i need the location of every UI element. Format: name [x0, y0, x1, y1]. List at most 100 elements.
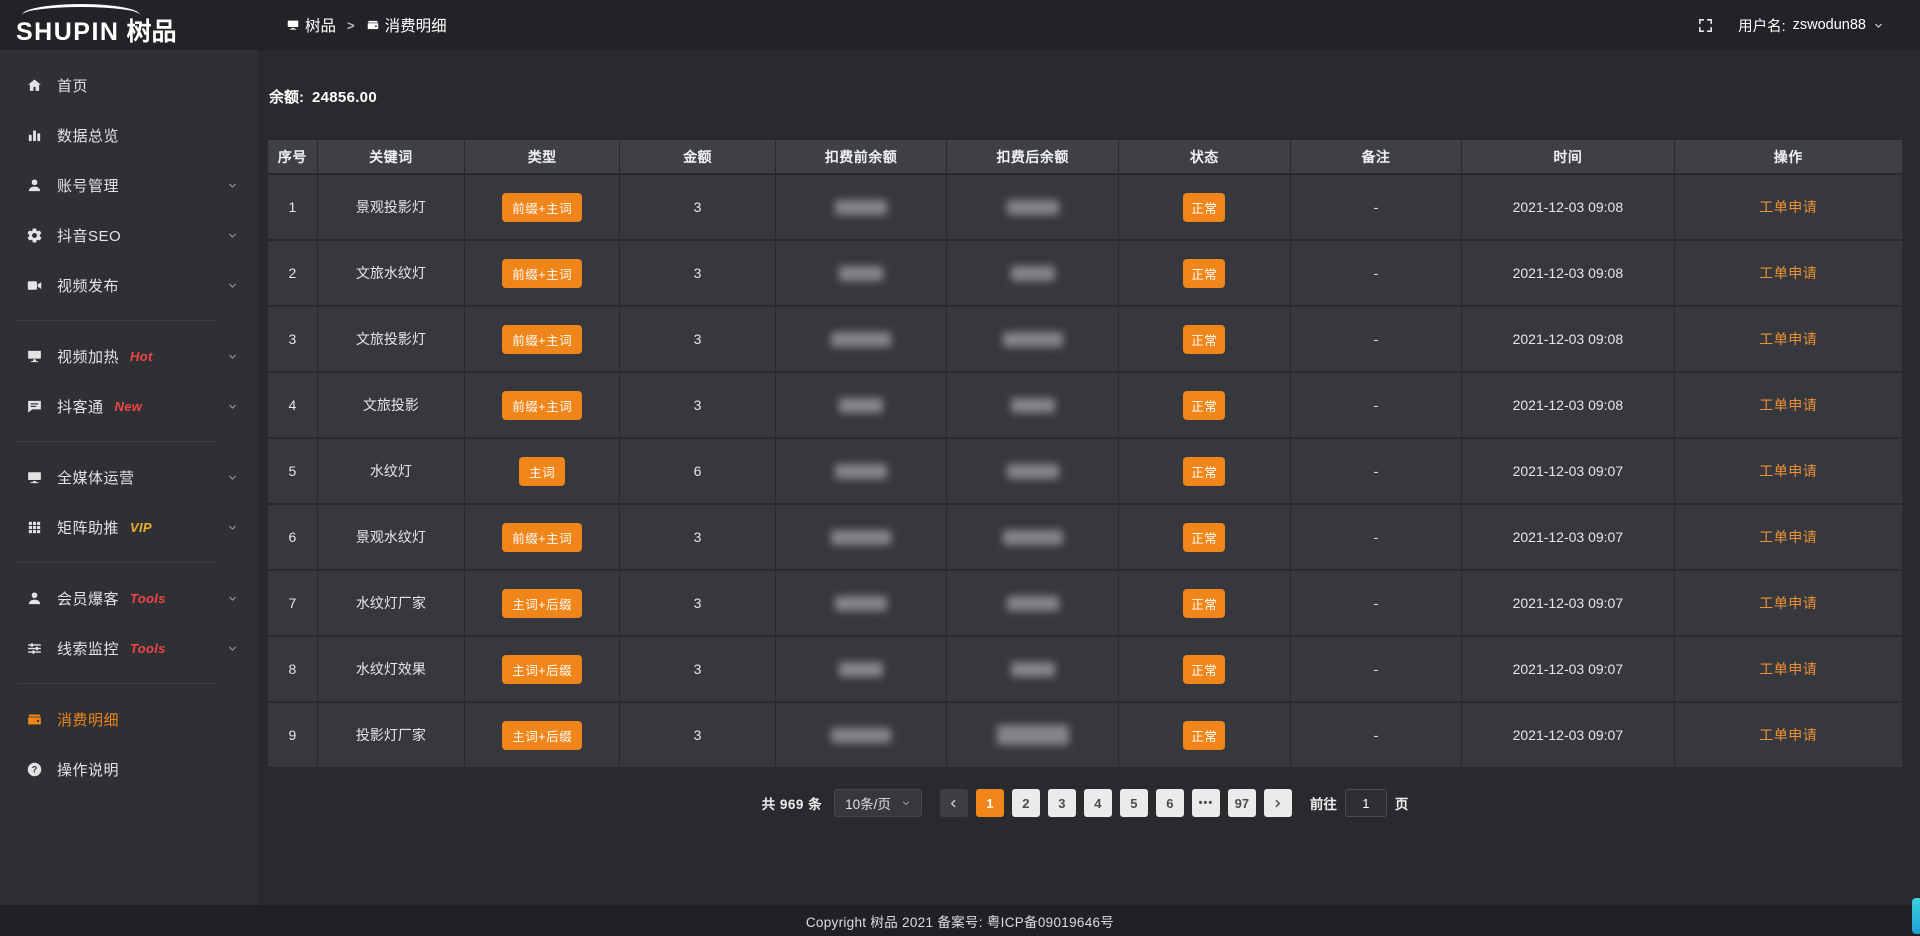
chevron-down-icon	[227, 593, 238, 604]
cell-index: 2	[268, 241, 317, 305]
work-order-link[interactable]: 工单申请	[1759, 397, 1817, 413]
monitor-icon	[26, 469, 43, 486]
sidebar-item-video-publish[interactable]: 视频发布	[0, 260, 258, 310]
jump-unit-label: 页	[1395, 793, 1409, 813]
cell-status: 正常	[1119, 307, 1290, 371]
cell-status: 正常	[1119, 439, 1290, 503]
page-button-97[interactable]: 97	[1228, 789, 1256, 817]
blurred-balance	[1007, 200, 1059, 215]
cell-balance-before	[776, 637, 947, 701]
chevron-down-icon	[227, 643, 238, 654]
sidebar-item-media-operation[interactable]: 全媒体运营	[0, 452, 258, 502]
footer: Copyright 树品 2021 备案号: 粤ICP备09019646号	[0, 905, 1920, 936]
fullscreen-icon[interactable]	[1697, 17, 1714, 34]
consumption-table: 序号关键词类型金额扣费前余额扣费后余额状态备注时间操作 1景观投影灯前缀+主词3…	[267, 138, 1903, 769]
page-button-6[interactable]: 6	[1156, 789, 1184, 817]
page-jump: 前往 页	[1310, 789, 1409, 817]
gear-icon	[26, 227, 43, 244]
cell-action: 工单申请	[1675, 571, 1903, 635]
sidebar-item-clue-monitor[interactable]: 线索监控Tools	[0, 623, 258, 673]
wallet-icon	[366, 18, 380, 32]
cell-action: 工单申请	[1675, 373, 1903, 437]
prev-page-button[interactable]	[940, 789, 968, 817]
work-order-link[interactable]: 工单申请	[1759, 265, 1817, 281]
sidebar-item-douyin-seo[interactable]: 抖音SEO	[0, 210, 258, 260]
page-jump-input[interactable]	[1345, 789, 1387, 817]
chevron-down-icon	[227, 180, 238, 191]
cell-remark: -	[1291, 703, 1462, 767]
sidebar-item-video-heat[interactable]: 视频加热Hot	[0, 331, 258, 381]
cell-keyword: 文旅投影	[318, 373, 464, 437]
chevron-down-icon	[227, 351, 238, 362]
sidebar-item-label: 视频发布	[57, 275, 119, 296]
sidebar-item-douketong[interactable]: 抖客通New	[0, 381, 258, 431]
chevron-down-icon	[227, 472, 238, 483]
work-order-link[interactable]: 工单申请	[1759, 661, 1817, 677]
next-page-button[interactable]	[1264, 789, 1292, 817]
type-badge: 前缀+主词	[502, 325, 582, 354]
breadcrumb-item-home[interactable]: 树品	[286, 14, 336, 36]
cell-balance-after	[947, 505, 1118, 569]
type-badge: 前缀+主词	[502, 259, 582, 288]
sidebar-item-account-management[interactable]: 账号管理	[0, 160, 258, 210]
logo-suffix: 树品	[126, 18, 176, 46]
blurred-balance	[831, 728, 891, 743]
type-badge: 前缀+主词	[502, 391, 582, 420]
table-row: 1景观投影灯前缀+主词3正常-2021-12-03 09:08工单申请	[268, 175, 1902, 239]
page-button-4[interactable]: 4	[1084, 789, 1112, 817]
cell-balance-after	[947, 637, 1118, 701]
cell-status: 正常	[1119, 571, 1290, 635]
cell-status: 正常	[1119, 703, 1290, 767]
page-button-2[interactable]: 2	[1012, 789, 1040, 817]
work-order-link[interactable]: 工单申请	[1759, 463, 1817, 479]
sidebar-item-matrix-boost[interactable]: 矩阵助推VIP	[0, 502, 258, 552]
breadcrumb-label: 消费明细	[385, 14, 447, 36]
cell-index: 4	[268, 373, 317, 437]
page-button-5[interactable]: 5	[1120, 789, 1148, 817]
cell-amount: 3	[620, 307, 774, 371]
column-header: 金额	[620, 140, 774, 173]
sidebar-item-member-burst[interactable]: 会员爆客Tools	[0, 573, 258, 623]
username-value: zswodun88	[1793, 17, 1866, 33]
sidebar-divider	[18, 320, 218, 321]
copyright-text: Copyright 树品 2021 备案号: 粤ICP备09019646号	[806, 911, 1114, 931]
column-header: 操作	[1675, 140, 1903, 173]
page-button-1[interactable]: 1	[976, 789, 1004, 817]
cell-remark: -	[1291, 439, 1462, 503]
blurred-balance	[835, 464, 887, 479]
balance-label: 余额:	[269, 89, 304, 106]
cell-time: 2021-12-03 09:08	[1462, 175, 1673, 239]
sidebar-item-home[interactable]: 首页	[0, 60, 258, 110]
cell-remark: -	[1291, 571, 1462, 635]
work-order-link[interactable]: 工单申请	[1759, 595, 1817, 611]
blurred-balance	[1007, 596, 1059, 611]
monitor-icon	[286, 18, 300, 32]
sidebar-item-instructions[interactable]: ?操作说明	[0, 744, 258, 794]
work-order-link[interactable]: 工单申请	[1759, 331, 1817, 347]
chevron-down-icon	[227, 280, 238, 291]
sidebar-item-label: 抖客通	[57, 396, 104, 417]
page-size-select[interactable]: 10条/页	[834, 789, 922, 817]
floating-widget[interactable]	[1912, 898, 1920, 934]
sidebar-item-data-overview[interactable]: 数据总览	[0, 110, 258, 160]
page-button-3[interactable]: 3	[1048, 789, 1076, 817]
more-pages-button[interactable]: •••	[1192, 789, 1220, 817]
work-order-link[interactable]: 工单申请	[1759, 529, 1817, 545]
work-order-link[interactable]: 工单申请	[1759, 199, 1817, 215]
sidebar-item-consumption-detail[interactable]: 消费明细	[0, 694, 258, 744]
sliders-icon	[26, 640, 43, 657]
cell-balance-before	[776, 175, 947, 239]
cell-amount: 3	[620, 637, 774, 701]
cell-time: 2021-12-03 09:07	[1462, 703, 1673, 767]
breadcrumb-item-current[interactable]: 消费明细	[366, 14, 447, 36]
user-dropdown[interactable]: 用户名: zswodun88	[1738, 15, 1884, 36]
cell-time: 2021-12-03 09:07	[1462, 571, 1673, 635]
cell-balance-after	[947, 373, 1118, 437]
status-badge: 正常	[1183, 193, 1225, 222]
work-order-link[interactable]: 工单申请	[1759, 727, 1817, 743]
sidebar-item-label: 账号管理	[57, 175, 119, 196]
cell-type: 前缀+主词	[465, 307, 619, 371]
cell-action: 工单申请	[1675, 439, 1903, 503]
sidebar-divider	[18, 562, 218, 563]
sidebar-item-label: 数据总览	[57, 125, 119, 146]
